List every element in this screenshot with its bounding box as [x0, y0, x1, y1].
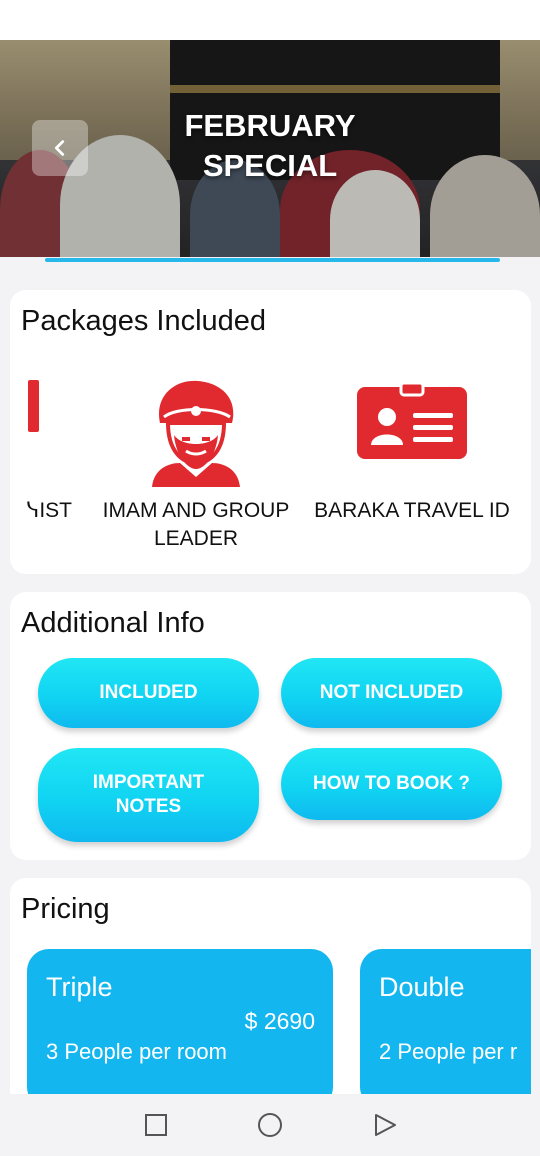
pricing-title: Pricing: [21, 893, 110, 925]
system-nav-bar: [0, 1094, 540, 1156]
triangle-back-icon: [375, 1114, 396, 1136]
price-type: Triple: [46, 972, 113, 1002]
back-nav-button[interactable]: [372, 1112, 398, 1138]
chevron-left-icon: [54, 140, 65, 156]
how-to-book-button[interactable]: HOW TO BOOK ?: [281, 748, 502, 820]
hero-banner: FEBRUARY SPECIAL: [0, 40, 540, 257]
page-title: FEBRUARY SPECIAL: [150, 106, 390, 186]
pricing-card: Pricing Triple $ 2690 3 People per room …: [10, 878, 531, 1108]
price-card-triple[interactable]: Triple $ 2690 3 People per room: [27, 949, 333, 1094]
price-card-double[interactable]: Double 2 People per r: [360, 949, 531, 1094]
partial-red-icon: [28, 380, 42, 437]
home-button[interactable]: [257, 1112, 283, 1138]
price-type: Double: [379, 972, 465, 1002]
included-button[interactable]: INCLUDED: [38, 658, 259, 728]
square-icon: [145, 1114, 167, 1136]
important-notes-button[interactable]: IMPORTANT NOTES: [38, 748, 259, 842]
page-title-line2: SPECIAL: [202, 148, 338, 183]
price-description: 2 People per r: [379, 1039, 518, 1064]
price-amount: $ 2690: [244, 1008, 315, 1034]
additional-info-card: Additional Info INCLUDED NOT INCLUDED IM…: [10, 592, 531, 860]
pricing-carousel[interactable]: Triple $ 2690 3 People per room Double 2…: [27, 949, 531, 1094]
price-description: 3 People per room: [46, 1039, 227, 1064]
id-card-icon: [357, 381, 467, 464]
additional-info-title: Additional Info: [21, 607, 205, 639]
packages-title: Packages Included: [21, 305, 267, 337]
imam-turban-icon: [146, 377, 246, 492]
package-label: BARAKA TRAVEL ID: [314, 499, 510, 522]
status-bar: [0, 0, 540, 40]
packages-carousel[interactable]: ᓭIST IMAM AND GROUP LEADER BARAKA TRAVEL…: [10, 365, 531, 555]
packages-card: Packages Included ᓭIST IMAM AND GROUP LE…: [10, 290, 531, 574]
recent-apps-button[interactable]: [143, 1112, 169, 1138]
back-button[interactable]: [32, 120, 88, 176]
accent-divider: [45, 258, 500, 262]
package-label: IMAM AND GROUP LEADER: [102, 499, 290, 550]
not-included-button[interactable]: NOT INCLUDED: [281, 658, 502, 728]
page-title-line1: FEBRUARY: [184, 108, 356, 143]
circle-icon: [258, 1113, 282, 1137]
